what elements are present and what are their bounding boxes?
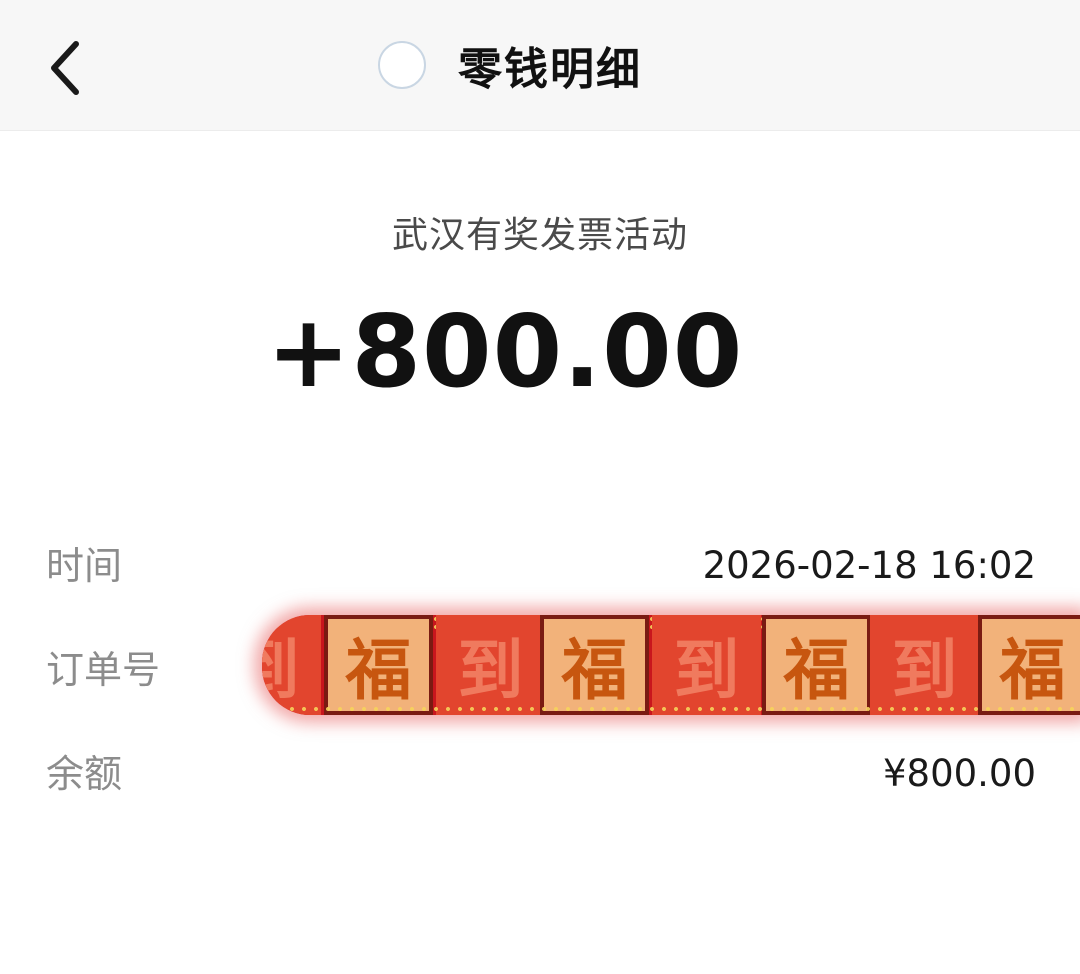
- title-group: 零钱明细: [0, 0, 1080, 130]
- sticker-tile-fu: 福: [324, 615, 433, 715]
- order-number-cover-sticker: 到 福 到 福 到 福 到 福: [262, 615, 1080, 715]
- transaction-amount: +800.00: [266, 293, 744, 410]
- confetti-bottom: [262, 705, 1080, 715]
- sticker-tile-dao: 到: [652, 615, 761, 715]
- sticker-tile-dao: 到: [870, 615, 979, 715]
- balance-label: 余额: [46, 752, 123, 796]
- time-label: 时间: [46, 544, 123, 588]
- time-value: 2026-02-18 16:02: [702, 544, 1036, 587]
- page-title: 零钱明细: [458, 44, 642, 95]
- sticker-tile-fu: 福: [762, 615, 871, 715]
- sticker-tile-fu: 福: [978, 615, 1080, 715]
- balance-row: 余额 ¥800.00: [46, 744, 1036, 804]
- balance-value: ¥800.00: [882, 752, 1036, 795]
- sticker-tile-dao: 到: [436, 615, 545, 715]
- top-nav-bar: 零钱明细: [0, 0, 1080, 131]
- avatar[interactable]: [378, 41, 426, 89]
- time-row: 时间 2026-02-18 16:02: [46, 536, 1036, 596]
- transaction-description: 武汉有奖发票活动: [391, 215, 688, 256]
- order-number-label: 订单号: [46, 648, 161, 692]
- sticker-tile-fu: 福: [540, 615, 649, 715]
- sticker-tile-dao: 到: [262, 615, 321, 715]
